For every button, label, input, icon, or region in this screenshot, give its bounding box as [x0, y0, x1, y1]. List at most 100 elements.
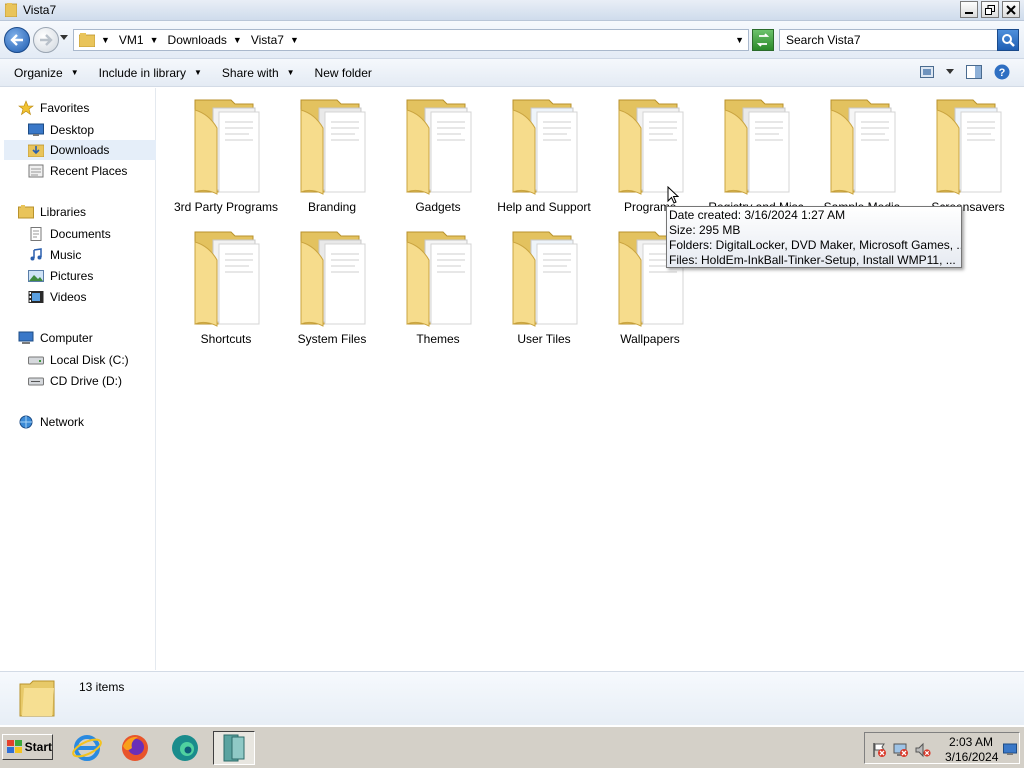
nav-item-local-disk[interactable]: Local Disk (C:): [28, 350, 129, 370]
arrow-left-icon: [10, 34, 23, 46]
edge-launcher[interactable]: [168, 731, 202, 765]
internet-explorer-launcher[interactable]: [70, 731, 104, 765]
folder-icon: [618, 99, 684, 195]
firefox-icon: [122, 735, 148, 761]
nav-libraries[interactable]: Libraries: [18, 205, 86, 219]
folder-item[interactable]: Shortcuts: [172, 230, 280, 347]
downloads-folder-icon: [28, 144, 44, 157]
minimize-button[interactable]: [960, 1, 978, 18]
folder-item[interactable]: Themes: [384, 230, 492, 347]
share-with-button[interactable]: Share with ▼: [222, 66, 295, 80]
breadcrumb-root-arrow[interactable]: ▼: [101, 35, 110, 45]
help-icon[interactable]: ?: [994, 64, 1010, 80]
folder-item[interactable]: Branding: [278, 98, 386, 215]
search-button[interactable]: [997, 29, 1019, 51]
folder-item[interactable]: 3rd Party Programs: [172, 98, 280, 215]
taskbar: Start 2:03 AM 3/16/2024: [0, 726, 1024, 768]
nav-item-recent-places[interactable]: Recent Places: [28, 161, 127, 181]
window-title: Vista7: [23, 3, 57, 17]
folder-item[interactable]: Registry and Misc: [702, 98, 810, 215]
start-button[interactable]: Start: [2, 734, 53, 760]
folder-item[interactable]: Help and Support: [490, 98, 598, 215]
address-history-dropdown[interactable]: ▼: [735, 35, 744, 45]
navigation-pane: Favorites Desktop Downloads Recent Place…: [0, 88, 156, 670]
nav-network[interactable]: Network: [18, 415, 84, 429]
nav-item-documents[interactable]: Documents: [28, 224, 111, 244]
folder-icon: [406, 231, 472, 327]
show-desktop-icon[interactable]: [1003, 742, 1017, 756]
action-center-flag-icon[interactable]: [871, 742, 887, 758]
breadcrumb-item-downloads[interactable]: Downloads ▼: [168, 33, 242, 47]
chevron-down-icon: ▼: [149, 35, 159, 45]
include-in-library-button[interactable]: Include in library ▼: [99, 66, 202, 80]
details-pane: 13 items: [0, 671, 1024, 725]
folder-item[interactable]: Sample Media: [808, 98, 916, 215]
chevron-down-icon: ▼: [194, 68, 202, 77]
breadcrumb[interactable]: ▼ VM1 ▼ Downloads ▼ Vista7 ▼ ▼: [73, 29, 749, 51]
forward-button[interactable]: [33, 27, 59, 53]
breadcrumb-item-vm1[interactable]: VM1 ▼: [119, 33, 159, 47]
music-icon: [30, 248, 42, 261]
refresh-button[interactable]: [752, 29, 774, 51]
back-button[interactable]: [4, 27, 30, 53]
network-icon: [19, 415, 33, 429]
preview-pane-icon[interactable]: [966, 65, 982, 79]
title-bar: Vista7: [0, 0, 1024, 21]
tooltip-folders: Folders: DigitalLocker, DVD Maker, Micro…: [669, 238, 962, 252]
nav-item-music[interactable]: Music: [28, 245, 81, 265]
computer-icon: [18, 331, 34, 344]
folder-item[interactable]: User Tiles: [490, 230, 598, 347]
file-list: 3rd Party Programs Branding Gadgets Help an…: [160, 88, 1024, 670]
close-icon: [1006, 4, 1016, 15]
search-input[interactable]: [780, 30, 990, 50]
nav-item-cd-drive[interactable]: CD Drive (D:): [28, 371, 122, 391]
folder-item[interactable]: Programs: [596, 98, 704, 215]
new-folder-button[interactable]: New folder: [315, 66, 372, 80]
clock-time: 2:03 AM: [948, 735, 994, 749]
pictures-icon: [28, 270, 44, 282]
nav-item-downloads[interactable]: Downloads: [4, 140, 156, 160]
folder-label: Shortcuts: [200, 332, 252, 346]
command-bar: Organize ▼ Include in library ▼ Share with…: [0, 59, 1024, 87]
folder-icon: [936, 99, 1002, 195]
taskbar-clock[interactable]: 2:03 AM 3/16/2024: [945, 735, 998, 765]
nav-item-pictures[interactable]: Pictures: [28, 266, 93, 286]
folder-icon: [194, 231, 260, 327]
view-options-dropdown[interactable]: [946, 69, 954, 75]
network-disconnected-icon[interactable]: [893, 742, 909, 758]
system-tray: 2:03 AM 3/16/2024: [864, 732, 1020, 764]
folder-item[interactable]: Screensavers: [914, 98, 1022, 215]
minimize-icon: [965, 11, 973, 14]
nav-computer[interactable]: Computer: [18, 331, 93, 345]
nav-item-desktop[interactable]: Desktop: [28, 120, 94, 140]
taskbar-explorer-window[interactable]: [213, 731, 255, 765]
search-icon: [1002, 34, 1015, 47]
folder-item[interactable]: Gadgets: [384, 98, 492, 215]
folder-icon: [194, 99, 260, 195]
volume-muted-icon[interactable]: [915, 742, 931, 758]
arrow-right-icon: [40, 34, 53, 46]
change-view-icon[interactable]: [920, 66, 934, 78]
nav-item-videos[interactable]: Videos: [28, 287, 86, 307]
chevron-down-icon: ▼: [232, 35, 242, 45]
folder-label: Wallpapers: [620, 332, 680, 346]
recent-pages-dropdown[interactable]: [60, 35, 68, 41]
hard-drive-icon: [28, 356, 44, 365]
documents-icon: [30, 227, 42, 241]
nav-favorites[interactable]: Favorites: [18, 100, 89, 116]
maximize-button[interactable]: [981, 1, 999, 18]
folder-icon: [79, 33, 95, 47]
firefox-launcher[interactable]: [118, 731, 152, 765]
star-icon: [18, 100, 34, 116]
chevron-down-icon: ▼: [289, 35, 299, 45]
organize-button[interactable]: Organize ▼: [14, 66, 79, 80]
folder-item[interactable]: System Files: [278, 230, 386, 347]
folder-label: System Files: [297, 332, 367, 346]
item-count: 13 items: [79, 680, 125, 694]
close-button[interactable]: [1002, 1, 1020, 18]
folder-icon: [724, 99, 790, 195]
folder-label: Gadgets: [415, 200, 461, 214]
breadcrumb-item-vista7[interactable]: Vista7 ▼: [251, 33, 299, 47]
folder-icon: [830, 99, 896, 195]
folder-icon: [19, 680, 55, 717]
